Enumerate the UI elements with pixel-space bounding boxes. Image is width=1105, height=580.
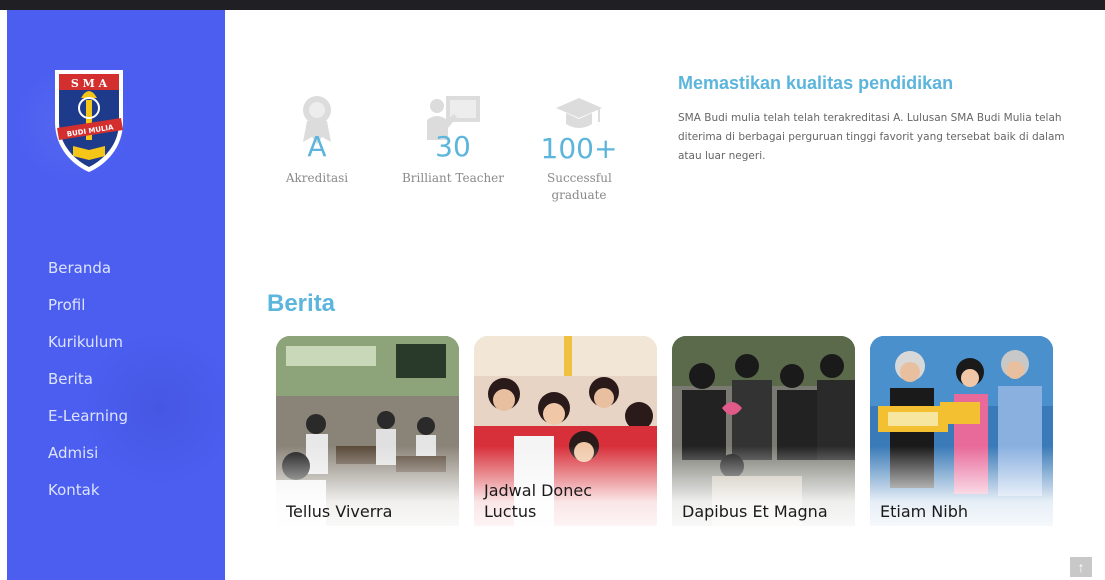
- stat-teachers-label: Brilliant Teacher: [401, 171, 505, 185]
- stat-teachers-value: 30: [435, 130, 471, 163]
- news-card[interactable]: Tellus Viverra: [276, 336, 459, 526]
- nav-item-berita[interactable]: Berita: [48, 361, 128, 398]
- school-logo[interactable]: S M A BUDI MULIA: [51, 64, 127, 176]
- main-content: A Akreditasi 30 Brilliant Teacher 100+ S…: [225, 10, 1105, 580]
- school-crest-icon: S M A BUDI MULIA: [55, 70, 123, 172]
- sidebar-nav: Beranda Profil Kurikulum Berita E-Learni…: [48, 250, 128, 509]
- news-card[interactable]: Dapibus Et Magna: [672, 336, 855, 526]
- news-card-title: Tellus Viverra: [286, 502, 393, 521]
- graduation-cap-icon: [556, 98, 602, 128]
- stat-akreditasi-value: A: [307, 130, 327, 163]
- stat-graduates: 100+ Successful graduate: [529, 94, 629, 214]
- news-card[interactable]: Etiam Nibh: [870, 336, 1053, 526]
- arrow-up-icon: ↑: [1077, 559, 1085, 575]
- sidebar: S M A BUDI MULIA Beranda Profil Kurikulu…: [7, 10, 225, 580]
- quality-heading: Memastikan kualitas pendidikan: [678, 73, 954, 93]
- news-card-title: Etiam Nibh: [880, 502, 969, 521]
- top-bar: [0, 0, 1105, 10]
- news-card-title: Jadwal Donec Luctus: [484, 481, 592, 521]
- nav-item-kontak[interactable]: Kontak: [48, 472, 128, 509]
- svg-text:S M A: S M A: [71, 77, 108, 90]
- scroll-to-top-button[interactable]: ↑: [1070, 557, 1092, 577]
- nav-item-admisi[interactable]: Admisi: [48, 435, 128, 472]
- nav-item-kurikulum[interactable]: Kurikulum: [48, 324, 128, 361]
- quality-description: SMA Budi mulia telah telah terakreditasi…: [678, 112, 1065, 162]
- stat-akreditasi: A Akreditasi: [277, 94, 357, 204]
- nav-item-beranda[interactable]: Beranda: [48, 250, 128, 287]
- berita-heading: Berita: [267, 290, 336, 317]
- stat-akreditasi-label: Akreditasi: [285, 171, 349, 185]
- nav-item-profil[interactable]: Profil: [48, 287, 128, 324]
- news-card[interactable]: Jadwal Donec Luctus: [474, 336, 657, 526]
- stat-graduates-label: Successful graduate: [547, 171, 612, 202]
- stat-graduates-value: 100+: [540, 132, 618, 165]
- news-card-title: Dapibus Et Magna: [682, 502, 828, 521]
- nav-item-e-learning[interactable]: E-Learning: [48, 398, 128, 435]
- stat-teachers: 30 Brilliant Teacher: [393, 94, 513, 204]
